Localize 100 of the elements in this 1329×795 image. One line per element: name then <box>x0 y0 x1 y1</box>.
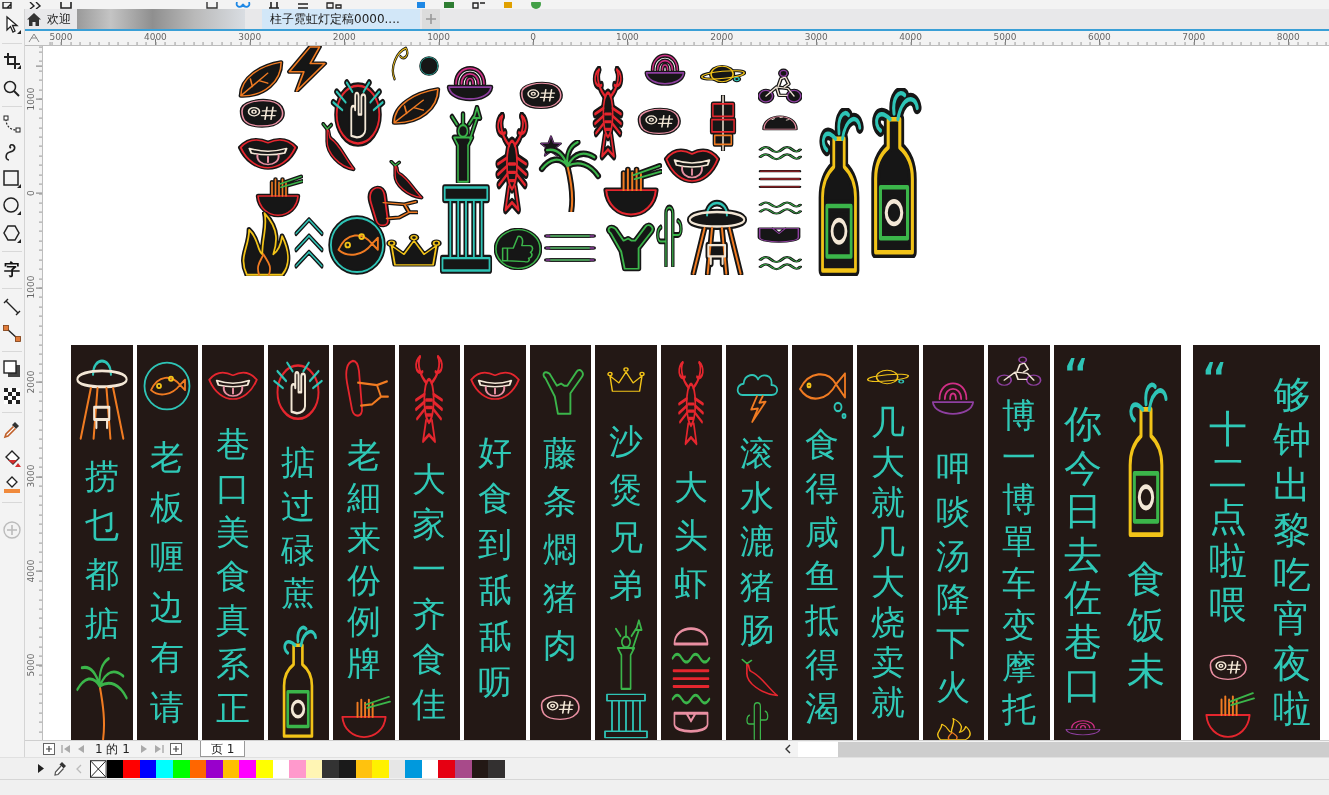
cut-off-toolbar-icon[interactable] <box>206 2 218 9</box>
ruler-label: 3000 <box>237 32 263 42</box>
color-swatch[interactable] <box>438 759 456 778</box>
banner-text: 几大就几大烧卖就 <box>870 403 905 723</box>
ruler-label: 2000 <box>709 32 735 42</box>
banner-text: 十二点啦喂 <box>1209 407 1248 627</box>
zoom-icon[interactable] <box>3 79 21 98</box>
pointer-icon[interactable] <box>3 15 21 35</box>
leaf-icon <box>237 58 285 100</box>
ruler-label: 3000 <box>25 463 37 490</box>
add-page-icon[interactable] <box>169 743 182 755</box>
banner-text: 博一博單车变摩托 <box>1001 395 1036 731</box>
palm-tree-icon <box>73 656 130 740</box>
cut-off-toolbar-icon[interactable] <box>60 2 72 9</box>
ruler-label: 2000 <box>25 369 37 396</box>
ruler-label: 1000 <box>25 86 37 113</box>
polygon-icon[interactable] <box>3 224 21 243</box>
leaf-icon <box>390 85 442 127</box>
banner-text: 好食到舐舐呖 <box>477 431 512 704</box>
ruler-label: 8000 <box>1275 32 1301 42</box>
ruler-label: 1000 <box>25 274 37 301</box>
cut-off-toolbar-icon[interactable] <box>2 2 12 9</box>
color-swatch[interactable] <box>156 759 173 778</box>
banner-text: 老板喱边有请 <box>150 436 185 729</box>
banner-text: 呷啖汤降下火 <box>936 447 971 710</box>
checkerboard-icon[interactable] <box>4 387 20 404</box>
color-swatch[interactable] <box>405 759 422 778</box>
banner-text: 大头虾 <box>674 466 709 605</box>
banner-text: 食得咸鱼抵得渴 <box>805 423 840 730</box>
fish-plate-icon <box>142 360 193 412</box>
ruler-label: 4000 <box>25 558 37 585</box>
paint-bucket-icon[interactable] <box>3 448 21 467</box>
bun-icon <box>756 224 802 246</box>
ring-icon <box>418 55 440 77</box>
ruler-label: 3000 <box>803 32 829 42</box>
ruler-label: 2000 <box>331 32 357 42</box>
banner-text: 沙煲兄弟 <box>608 420 643 607</box>
ruler-label: 5000 <box>25 652 37 679</box>
banner-text: 滚水漉猪肠 <box>739 432 774 652</box>
color-swatch[interactable] <box>455 759 472 778</box>
text-tool[interactable]: 字 <box>2 260 22 281</box>
fill-bar-icon[interactable] <box>3 475 21 494</box>
noodle-bowl-icon <box>600 160 662 218</box>
page-counter: 1 的 1 <box>95 742 130 756</box>
rectangle-icon[interactable] <box>3 170 21 188</box>
noodle-bowl-icon <box>253 172 303 218</box>
eyedropper-icon[interactable] <box>54 761 66 776</box>
color-swatch[interactable] <box>123 759 140 778</box>
motorcycle-icon <box>995 355 1042 389</box>
banner-text: 巷口美食真系正 <box>215 423 250 730</box>
color-swatch[interactable] <box>488 759 505 778</box>
shadow-icon[interactable] <box>3 360 21 379</box>
banner-text: 你今日去佐巷口 <box>1063 403 1102 709</box>
ruler-corner-icon[interactable] <box>28 33 40 43</box>
ruler-label: 1000 <box>614 32 640 42</box>
ruler-label: 4000 <box>142 32 168 42</box>
banner-text: 藤条燜猪肉 <box>543 432 578 667</box>
ruler-label: 6000 <box>1086 32 1112 42</box>
cut-off-toolbar-icon[interactable] <box>29 2 43 9</box>
color-swatch[interactable] <box>372 759 389 778</box>
ellipse-icon[interactable] <box>3 197 21 216</box>
banner-text: 食饭未 <box>1127 556 1166 695</box>
crop-icon[interactable] <box>3 52 21 71</box>
cut-off-toolbar-icon[interactable] <box>268 2 280 9</box>
node-curve-icon[interactable] <box>3 115 21 134</box>
color-swatch[interactable] <box>322 759 339 778</box>
no-color-swatch[interactable] <box>90 759 107 778</box>
page-tab[interactable]: 页 1 <box>199 741 246 757</box>
banner-text: 捞乜都掂 <box>84 455 119 645</box>
cut-off-toolbar-icon[interactable] <box>326 2 342 9</box>
banner-text: 够钟出黎吃宵夜啦 <box>1272 373 1311 732</box>
ruler-label: 0 <box>25 189 37 198</box>
banner-text: 掂过碌蔗 <box>281 441 316 616</box>
eyedropper-icon[interactable] <box>3 421 21 440</box>
banner-text: 老細来份例牌 <box>346 435 381 684</box>
palm-tree-icon <box>538 140 602 212</box>
color-swatch[interactable] <box>239 759 256 778</box>
ruler-label: 5000 <box>48 32 74 42</box>
add-page-icon[interactable] <box>43 743 55 755</box>
quote-mark: “ <box>1062 355 1090 401</box>
motorcycle-icon <box>758 68 802 106</box>
banner-text: 大家一齐食佳 <box>412 458 447 727</box>
ruler-label: 0 <box>529 32 537 42</box>
cut-off-toolbar-icon[interactable] <box>297 2 309 9</box>
ruler-label: 5000 <box>992 32 1018 42</box>
quote-mark: “ <box>1201 359 1229 405</box>
cut-off-toolbar-icon[interactable] <box>472 2 486 9</box>
fish-plate-icon <box>328 215 386 275</box>
scroll-left-icon[interactable] <box>784 744 792 754</box>
ruler-label: 4000 <box>898 32 924 42</box>
dimension-line-icon[interactable] <box>3 297 21 316</box>
color-swatch[interactable] <box>206 759 223 778</box>
color-swatch[interactable] <box>289 759 306 778</box>
document-tab[interactable]: 柱子霓虹灯定稿0000.... <box>262 9 420 29</box>
home-icon <box>27 12 41 26</box>
connector-icon[interactable] <box>3 324 21 343</box>
ruler-label: 7000 <box>1181 32 1207 42</box>
expand-arrow-icon[interactable] <box>38 764 44 773</box>
star-icon <box>540 135 562 157</box>
thumbs-up-icon <box>494 228 542 270</box>
